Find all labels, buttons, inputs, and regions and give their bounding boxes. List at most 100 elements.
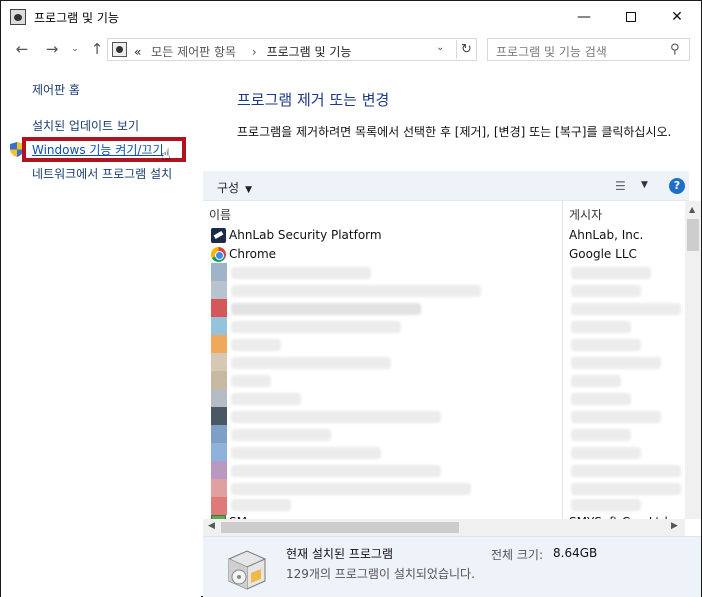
hand-cursor-icon: ☝	[161, 145, 171, 164]
vertical-scrollbar[interactable]: ▲	[685, 201, 701, 519]
blurred-text	[231, 393, 301, 405]
column-header-publisher[interactable]: 게시자	[569, 206, 602, 223]
organize-button[interactable]: 구성 ▼	[217, 179, 252, 196]
installed-programs-title: 현재 설치된 프로그램	[286, 547, 393, 561]
blurred-text	[231, 375, 271, 387]
blurred-icon	[211, 407, 227, 425]
blurred-icon	[211, 317, 227, 335]
breadcrumb-item-programs[interactable]: 프로그램 및 기능	[267, 45, 352, 59]
blurred-text	[231, 465, 441, 477]
program-list: 이름 게시자 AhnLab Security Platform AhnLab, …	[203, 201, 701, 536]
breadcrumb-item-all-items[interactable]: 모든 제어판 항목	[151, 45, 236, 59]
horizontal-scrollbar[interactable]: ◀ ▶	[203, 519, 685, 536]
blurred-icon	[211, 299, 227, 317]
help-icon[interactable]: ?	[669, 178, 685, 194]
view-installed-updates-link[interactable]: 설치된 업데이트 보기	[32, 117, 139, 134]
programs-and-features-window: 프로그램 및 기능 — ✕ ← → ⌄ ↑ « 모든 제어판 항목 › 프로그램…	[0, 0, 702, 597]
blurred-text	[231, 285, 481, 297]
view-dropdown-icon[interactable]: ▼	[641, 180, 648, 190]
maximize-button[interactable]	[608, 1, 654, 33]
search-box[interactable]: 프로그램 및 기능 검색 ⚲	[487, 38, 690, 61]
blurred-text	[231, 447, 381, 459]
blurred-text	[231, 483, 471, 495]
blurred-text	[571, 429, 631, 441]
blurred-icon	[211, 425, 227, 443]
breadcrumb-separator[interactable]: ›	[252, 45, 257, 59]
blurred-text	[231, 321, 401, 333]
minimize-button[interactable]: —	[561, 1, 607, 33]
page-description: 프로그램을 제거하려면 목록에서 선택한 후 [제거], [변경] 또는 [복구…	[237, 125, 672, 139]
program-publisher: AhnLab, Inc.	[569, 228, 644, 242]
list-item[interactable]: AhnLab Security Platform AhnLab, Inc.	[203, 226, 683, 245]
blurred-text	[571, 357, 661, 369]
breadcrumb-root[interactable]: «	[134, 45, 141, 59]
blurred-icon	[211, 263, 227, 281]
list-item[interactable]: Chrome Google LLC	[203, 245, 683, 264]
total-size-value: 8.64GB	[553, 546, 598, 560]
chrome-icon	[211, 247, 226, 262]
blurred-icon	[211, 443, 227, 461]
blurred-icon	[211, 371, 227, 389]
installer-box-icon	[228, 550, 266, 590]
scroll-up-icon[interactable]: ▲	[689, 205, 695, 214]
maximize-icon	[626, 12, 636, 22]
navigation-bar: ← → ⌄ ↑ « 모든 제어판 항목 › 프로그램 및 기능 ⌄ ↻ 프로그램…	[1, 33, 701, 65]
blurred-icon	[211, 461, 227, 479]
caret-down-icon: ▼	[245, 185, 253, 195]
organize-label: 구성	[217, 181, 240, 195]
blurred-icon	[211, 389, 227, 407]
address-bar[interactable]: « 모든 제어판 항목 › 프로그램 및 기능 ⌄ ↻	[107, 38, 477, 61]
scroll-left-icon[interactable]: ◀	[208, 521, 215, 531]
refresh-button[interactable]: ↻	[456, 40, 476, 59]
blurred-icon	[211, 281, 227, 299]
blurred-text	[571, 267, 651, 279]
blurred-text	[571, 465, 681, 477]
blurred-text	[571, 285, 641, 297]
blurred-text	[571, 375, 621, 387]
window-title: 프로그램 및 기능	[34, 11, 119, 25]
program-name: Chrome	[229, 247, 277, 261]
blurred-text	[571, 499, 641, 511]
control-panel-icon	[10, 9, 26, 25]
close-icon: ✕	[671, 9, 683, 25]
installed-programs-count: 129개의 프로그램이 설치되었습니다.	[286, 567, 475, 581]
up-button[interactable]: ↑	[87, 39, 107, 59]
program-name: AhnLab Security Platform	[229, 228, 382, 242]
forward-button[interactable]: →	[42, 39, 62, 59]
recent-locations-button[interactable]: ⌄	[65, 39, 85, 59]
control-panel-home-link[interactable]: 제어판 홈	[32, 81, 80, 98]
title-bar: 프로그램 및 기능 — ✕	[1, 1, 701, 33]
chevron-down-icon[interactable]: ⌄	[436, 42, 444, 53]
breadcrumb: « 모든 제어판 항목 › 프로그램 및 기능	[134, 43, 351, 60]
minimize-icon: —	[577, 9, 591, 25]
blurred-text	[231, 357, 391, 369]
total-size-label: 전체 크기:	[491, 548, 544, 562]
blurred-text	[231, 303, 421, 315]
blurred-icon	[211, 335, 227, 353]
page-title: 프로그램 제거 또는 변경	[237, 91, 390, 109]
back-button[interactable]: ←	[12, 39, 32, 59]
search-icon: ⚲	[670, 42, 680, 57]
view-options-icon[interactable]: ☰	[615, 179, 626, 193]
control-panel-icon	[112, 42, 127, 57]
scroll-right-icon[interactable]: ▶	[671, 521, 678, 531]
blurred-text	[571, 483, 681, 495]
blurred-text	[571, 411, 661, 423]
blurred-icon	[211, 353, 227, 371]
install-from-network-link[interactable]: 네트워크에서 프로그램 설치	[32, 165, 172, 182]
details-pane: 현재 설치된 프로그램 129개의 프로그램이 설치되었습니다. 전체 크기: …	[203, 536, 701, 597]
blurred-text	[231, 339, 281, 351]
close-button[interactable]: ✕	[654, 1, 700, 33]
blurred-text	[571, 393, 631, 405]
task-pane: 제어판 홈 설치된 업데이트 보기 Windows 기능 켜기/끄기 ☝ 네트워…	[1, 65, 201, 597]
search-placeholder[interactable]: 프로그램 및 기능 검색	[496, 43, 607, 60]
blurred-text	[231, 429, 331, 441]
blurred-icon	[211, 479, 227, 497]
ahnlab-icon	[211, 228, 226, 243]
column-header-name[interactable]: 이름	[209, 206, 231, 223]
blurred-text	[571, 339, 641, 351]
blurred-text	[571, 303, 681, 315]
vertical-scroll-thumb[interactable]	[687, 219, 699, 251]
blurred-text	[231, 499, 291, 511]
horizontal-scroll-thumb[interactable]	[221, 522, 459, 533]
